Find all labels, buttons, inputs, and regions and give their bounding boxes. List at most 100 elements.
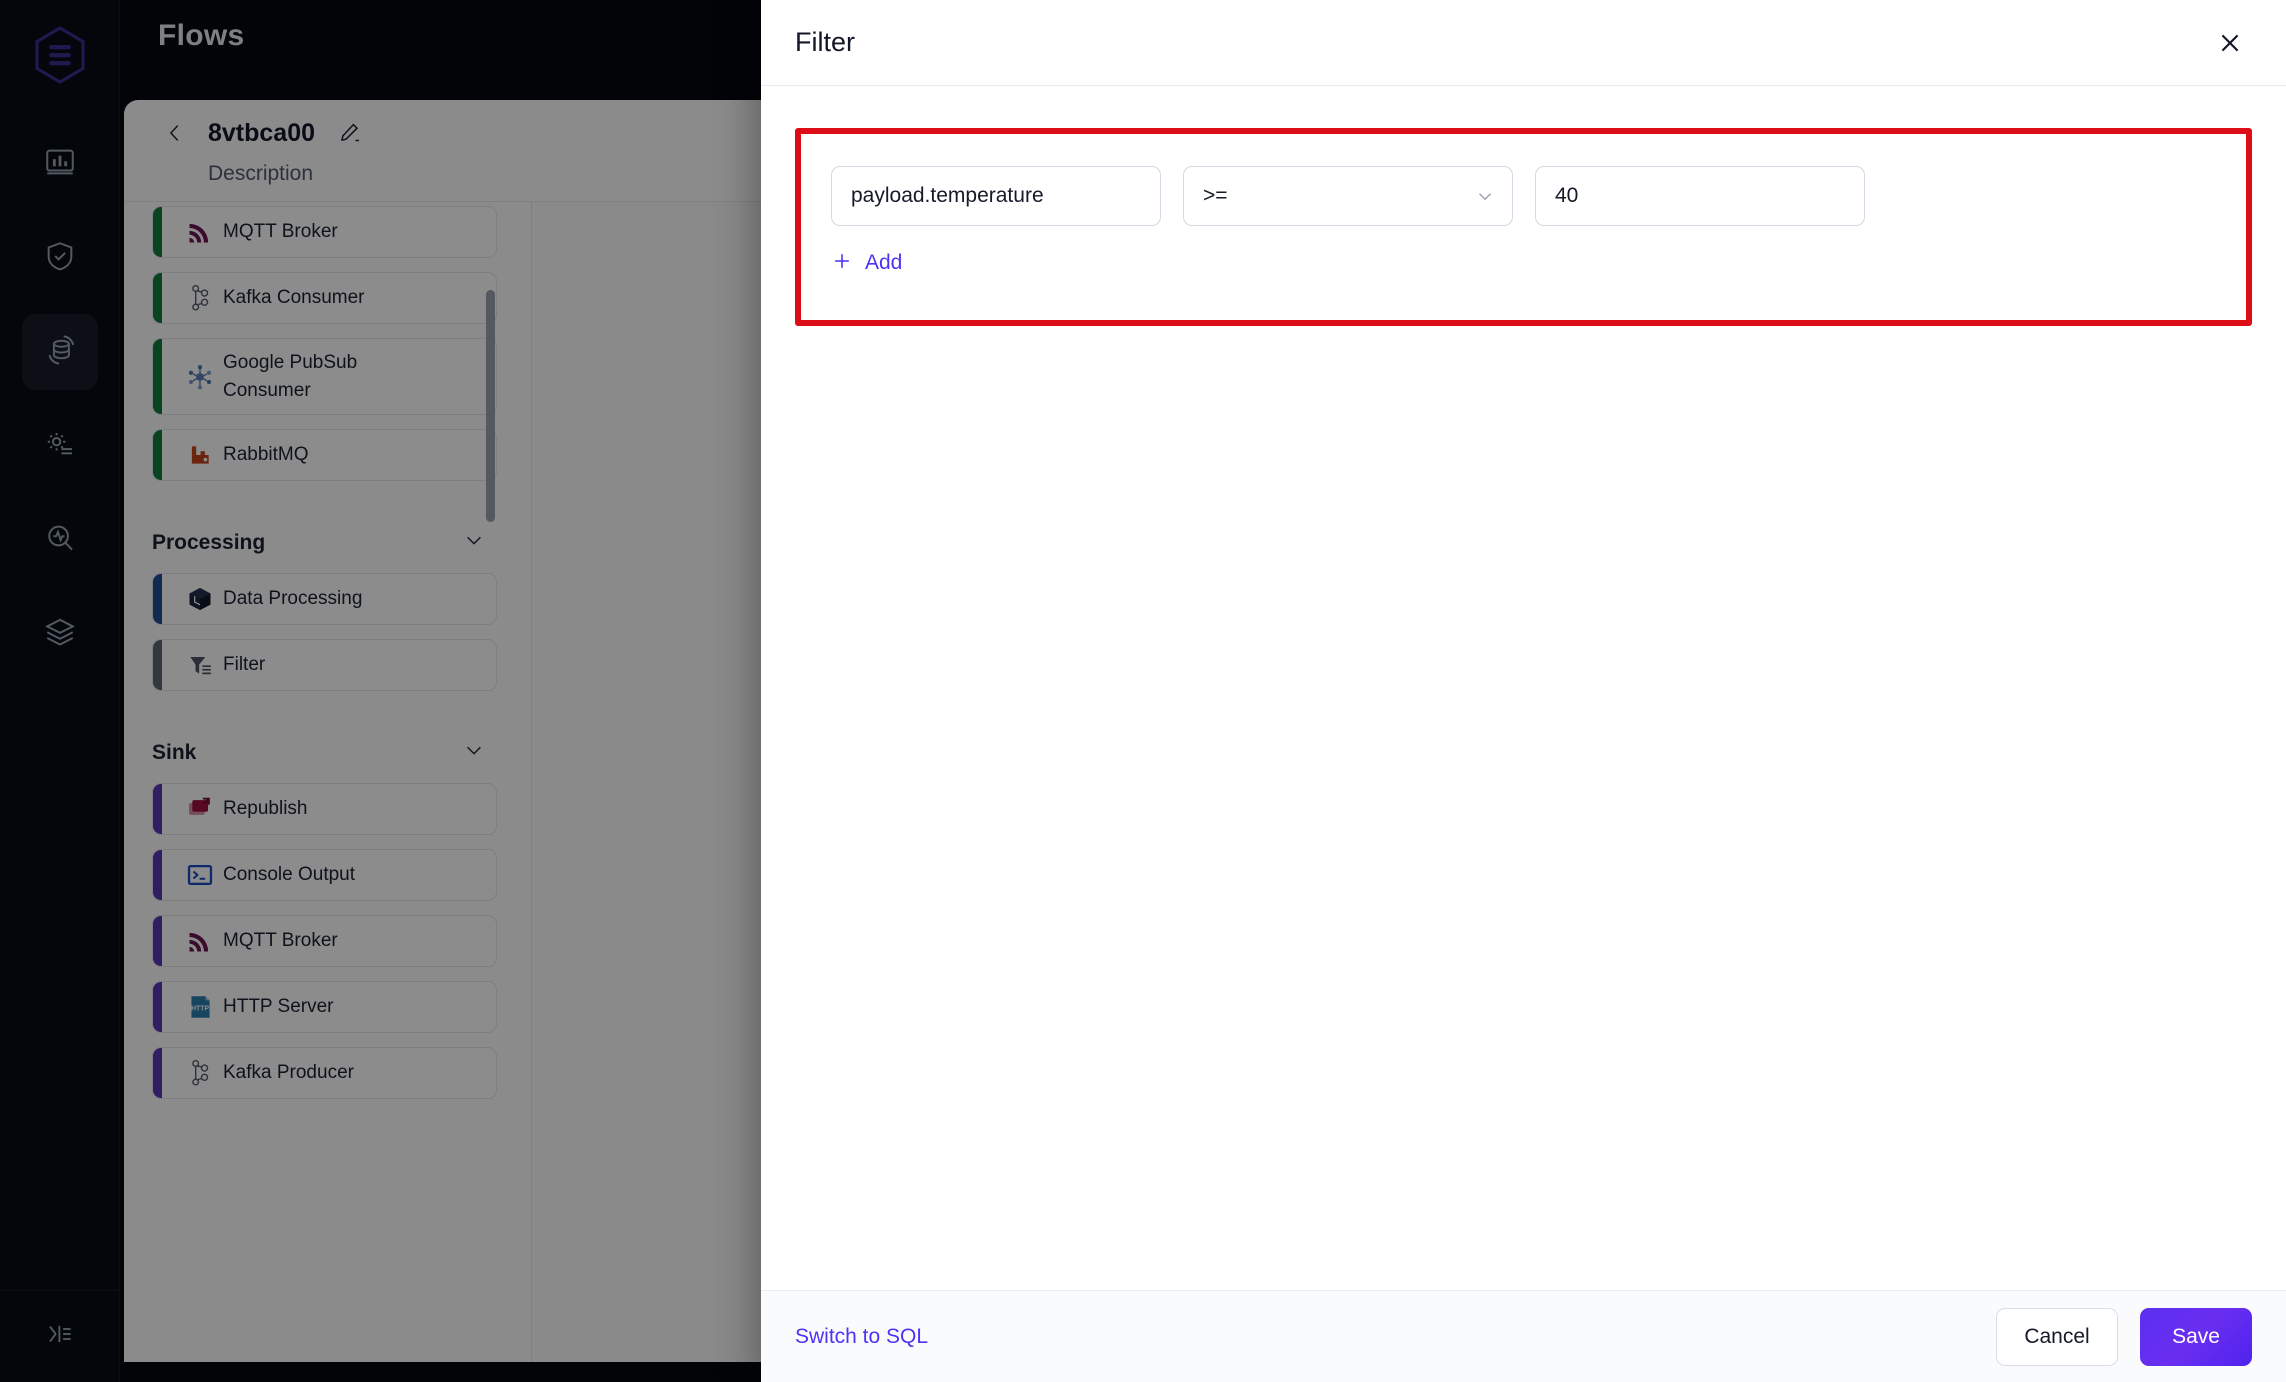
node-accent-bar <box>153 207 162 257</box>
data-flows-icon <box>43 333 77 372</box>
filter-operator-select[interactable]: >= <box>1183 166 1513 226</box>
add-condition-label: Add <box>865 251 903 274</box>
mqtt-icon <box>177 927 223 955</box>
node-label: RabbitMQ <box>223 444 309 466</box>
node-item-rabbitmq[interactable]: RabbitMQ <box>152 429 497 482</box>
analytics-search-icon <box>43 521 77 560</box>
node-label: Kafka Producer <box>223 1062 354 1084</box>
sidebar-collapse-toggle[interactable] <box>0 1290 120 1382</box>
shield-check-icon <box>43 239 77 278</box>
node-item-filter[interactable]: Filter <box>152 639 497 692</box>
filter-value-input[interactable]: 40 <box>1535 166 1865 226</box>
node-item-google-pubsub-consumer[interactable]: Google PubSub Consumer <box>152 338 497 416</box>
node-group-title-text: Sink <box>152 741 197 765</box>
node-accent-bar <box>153 982 162 1033</box>
node-accent-bar <box>153 850 162 901</box>
add-condition-button[interactable]: Add <box>831 250 902 276</box>
node-accent-bar <box>153 916 162 967</box>
node-item-data-processing[interactable]: Data Processing <box>152 573 497 626</box>
node-item-kafka-consumer[interactable]: Kafka Consumer <box>152 272 497 324</box>
node-label: Google PubSub Consumer <box>223 352 358 401</box>
app-root: Flows 8vtbca00 Description MQTT Broker K… <box>0 0 2286 1382</box>
footer-actions: Cancel Save <box>1996 1307 2252 1366</box>
expand-sidebar-icon <box>45 1319 75 1354</box>
kafka-icon <box>177 284 223 312</box>
back-chevron-icon[interactable] <box>164 118 186 148</box>
modal-header: Filter <box>761 0 2286 86</box>
layers-icon <box>43 615 77 654</box>
node-group-header-sink[interactable]: Sink <box>152 705 531 783</box>
sidebar-item-diagnostics[interactable] <box>22 502 98 578</box>
filter-value-text: 40 <box>1555 184 1579 207</box>
sidebar-item-settings[interactable] <box>22 408 98 484</box>
sidebar-item-dashboard[interactable] <box>22 126 98 202</box>
node-group-processing: Processing Data Processing Filter <box>152 495 531 692</box>
flow-name: 8vtbca00 <box>208 118 316 147</box>
kafka-icon <box>177 1059 223 1087</box>
mqtt-icon <box>177 218 223 246</box>
switch-to-sql-link[interactable]: Switch to SQL <box>795 1325 928 1349</box>
node-accent-bar <box>153 273 162 323</box>
node-group-sink: Sink Republish Console Output MQTT Broke… <box>152 705 531 1100</box>
node-item-http-server[interactable]: HTTP HTTP Server <box>152 981 497 1034</box>
node-group-header-processing[interactable]: Processing <box>152 495 531 573</box>
dashboard-icon <box>43 145 77 184</box>
node-item-mqtt-broker-sink[interactable]: MQTT Broker <box>152 915 497 968</box>
plus-icon <box>831 250 853 276</box>
node-palette[interactable]: MQTT Broker Kafka Consumer Google PubSub… <box>124 202 532 1362</box>
http-icon: HTTP <box>177 993 223 1021</box>
chevron-down-icon <box>463 739 485 767</box>
node-palette-scrollbar[interactable] <box>486 290 495 522</box>
node-label: Republish <box>223 798 308 820</box>
modal-body: payload.temperature >= 40 Add <box>761 86 2286 1290</box>
page-title: Flows <box>158 19 245 52</box>
hexagon-logo[interactable] <box>29 24 91 86</box>
funnel-icon <box>177 652 223 679</box>
node-label: MQTT Broker <box>223 930 338 952</box>
node-group-title-text: Processing <box>152 531 266 555</box>
node-accent-bar <box>153 430 162 481</box>
node-item-console-output[interactable]: Console Output <box>152 849 497 902</box>
close-icon[interactable] <box>2208 21 2252 65</box>
gear-settings-icon <box>43 427 77 466</box>
node-group-source: MQTT Broker Kafka Consumer Google PubSub… <box>152 202 531 482</box>
sidebar-item-layers[interactable] <box>22 596 98 672</box>
save-button[interactable]: Save <box>2140 1307 2252 1366</box>
modal-title: Filter <box>795 27 855 57</box>
filter-field-value: payload.temperature <box>851 184 1044 207</box>
filter-operator-value: >= <box>1203 184 1228 207</box>
sidebar-item-security[interactable] <box>22 220 98 296</box>
google-pubsub-icon <box>177 362 223 392</box>
node-label: Data Processing <box>223 588 363 610</box>
filter-modal: Filter payload.temperature >= 40 Add Swi… <box>761 0 2286 1382</box>
primary-nav-rail <box>0 0 120 1382</box>
filter-field-input[interactable]: payload.temperature <box>831 166 1161 226</box>
chevron-down-icon <box>1474 185 1496 207</box>
filter-conditions-highlight: payload.temperature >= 40 Add <box>795 128 2252 326</box>
node-label: MQTT Broker <box>223 221 338 243</box>
node-item-mqtt-broker-source[interactable]: MQTT Broker <box>152 206 497 258</box>
modal-footer: Switch to SQL Cancel Save <box>761 1290 2286 1382</box>
filter-condition-row: payload.temperature >= 40 <box>831 166 2216 226</box>
node-accent-bar <box>153 574 162 625</box>
sidebar-item-flows[interactable] <box>21 314 98 390</box>
edit-pencil-icon[interactable] <box>337 121 361 145</box>
node-label: HTTP Server <box>223 996 334 1018</box>
node-item-kafka-producer[interactable]: Kafka Producer <box>152 1047 497 1100</box>
cancel-button[interactable]: Cancel <box>1996 1307 2118 1366</box>
node-label: Kafka Consumer <box>223 287 365 309</box>
node-palette-scroll: MQTT Broker Kafka Consumer Google PubSub… <box>152 202 531 1100</box>
node-label: Console Output <box>223 864 356 886</box>
republish-icon <box>177 796 223 822</box>
node-accent-bar <box>153 1048 162 1099</box>
console-icon <box>177 862 223 888</box>
node-label: Filter <box>223 654 266 676</box>
rabbitmq-icon <box>177 442 223 468</box>
node-item-republish[interactable]: Republish <box>152 783 497 836</box>
chevron-down-icon <box>463 529 485 557</box>
node-accent-bar <box>153 784 162 835</box>
node-accent-bar <box>153 339 162 415</box>
node-accent-bar <box>153 640 162 691</box>
rail-item-list <box>21 126 98 672</box>
svg-text:HTTP: HTTP <box>191 1006 209 1013</box>
